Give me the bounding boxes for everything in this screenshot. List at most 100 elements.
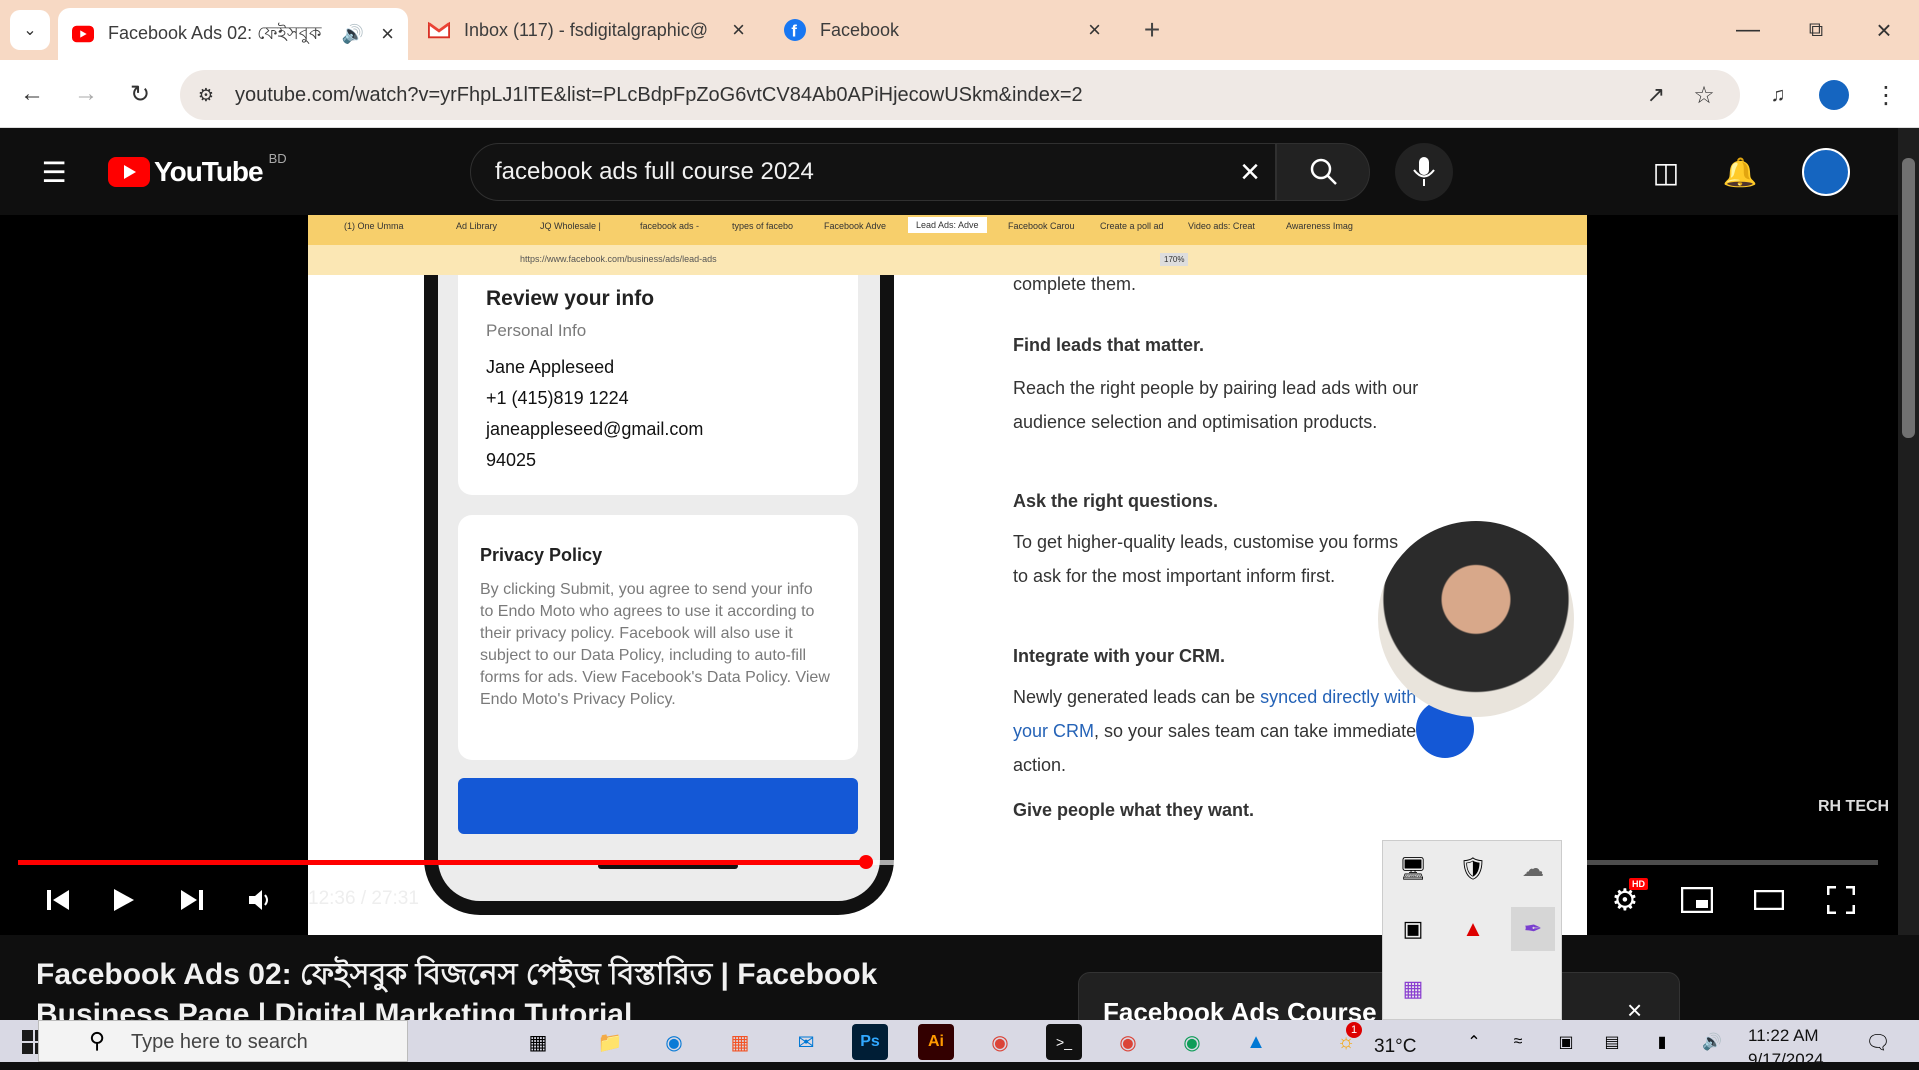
plus-icon: + — [1143, 14, 1161, 45]
display-icon[interactable]: ▤ — [1594, 1024, 1630, 1060]
wifi-icon[interactable]: ≈ — [1500, 1024, 1536, 1060]
close-icon[interactable]: × — [1088, 17, 1101, 43]
video-add-icon: ◫ — [1652, 156, 1680, 188]
chrome-icon[interactable]: ◉ — [982, 1024, 1018, 1060]
chrome-menu-button[interactable]: ⋮ — [1866, 75, 1906, 115]
taskbar-search[interactable]: ⚲ Type here to search — [38, 1020, 408, 1062]
account-avatar[interactable] — [1802, 148, 1850, 196]
close-icon[interactable]: × — [381, 21, 394, 47]
volume-icon[interactable]: 🔊 — [1694, 1024, 1730, 1060]
article-paragraph: Newly generated leads can be synced dire… — [1013, 680, 1433, 782]
back-button[interactable]: ← — [12, 74, 52, 114]
playlist-icon: ♫ — [1770, 83, 1786, 106]
privacy-card: Privacy Policy By clicking Submit, you a… — [458, 515, 858, 760]
file-explorer-icon[interactable]: 📁 — [592, 1024, 628, 1060]
close-icon: × — [1876, 14, 1892, 45]
card-subheading: Personal Info — [486, 321, 587, 340]
reload-button[interactable]: ↻ — [120, 74, 160, 114]
article-top-line: complete them. — [1013, 274, 1137, 294]
external-link-icon: ↗ — [1646, 82, 1666, 107]
fullscreen-button[interactable] — [1821, 880, 1861, 920]
chrome-profile-2-icon[interactable]: ◉ — [1174, 1024, 1210, 1060]
next-button[interactable] — [172, 880, 212, 920]
edge-icon[interactable]: ◉ — [656, 1024, 692, 1060]
notification-center-icon[interactable]: 🗨 — [1860, 1024, 1896, 1060]
tray-pen-icon[interactable]: ✒ — [1511, 907, 1555, 951]
settings-button[interactable]: ⚙ HD — [1605, 878, 1648, 920]
tune-icon: ⚙ — [197, 84, 215, 105]
tab-youtube[interactable]: Facebook Ads 02: ফেইসবুক 🔊 × — [58, 8, 408, 60]
info-phone: +1 (415)819 1224 — [486, 388, 629, 408]
close-window-button[interactable]: × — [1864, 10, 1904, 50]
menu-button[interactable]: ☰ — [34, 152, 74, 192]
notifications-button[interactable]: 🔔 — [1720, 152, 1760, 192]
tab-search-button[interactable]: ⌄ — [10, 10, 50, 50]
minimize-button[interactable]: — — [1728, 10, 1768, 50]
video-title: Facebook Ads 02: ফেইসবুক বিজনেস পেইজ বিস… — [36, 958, 878, 1020]
time-display: 12:36 / 27:31 — [308, 888, 419, 909]
tray-network-icon[interactable]: 🖥 — [1391, 847, 1435, 891]
article-heading: Give people what they want. — [1013, 800, 1255, 820]
restore-button[interactable]: ⧉ — [1796, 10, 1836, 50]
miniplayer-button[interactable] — [1677, 880, 1717, 920]
theater-mode-button[interactable] — [1749, 880, 1789, 920]
tab-facebook[interactable]: f Facebook × — [770, 8, 1115, 52]
search-input[interactable]: facebook ads full course 2024 — [495, 158, 814, 186]
youtube-icon — [108, 157, 150, 187]
battery-icon[interactable]: ▮ — [1644, 1024, 1680, 1060]
tray-security-icon[interactable]: 🛡 — [1451, 847, 1495, 891]
tab-title: Inbox (117) - fsdigitalgraphic@ — [464, 19, 709, 40]
video-frame: (1) One Umma Ad Library JQ Wholesale | f… — [308, 215, 1587, 935]
tray-cloud-icon[interactable]: ☁ — [1511, 847, 1555, 891]
previous-button[interactable] — [38, 880, 78, 920]
photoshop-icon[interactable]: Ps — [852, 1024, 888, 1060]
forward-button[interactable]: → — [66, 74, 106, 114]
inner-tab: (1) One Umma — [344, 221, 404, 231]
microphone-icon — [1413, 157, 1435, 186]
tab-gmail[interactable]: Inbox (117) - fsdigitalgraphic@ × — [414, 8, 759, 52]
scrollbar[interactable] — [1898, 128, 1919, 1020]
privacy-heading: Privacy Policy — [480, 545, 603, 565]
youtube-logo[interactable]: YouTube BD — [108, 151, 287, 188]
facebook-icon: f — [784, 19, 806, 41]
play-button[interactable] — [104, 880, 144, 920]
camera-icon[interactable]: ▣ — [1548, 1024, 1584, 1060]
store-icon[interactable]: ▦ — [722, 1024, 758, 1060]
speaker-icon[interactable]: 🔊 — [342, 24, 364, 45]
terminal-icon[interactable]: >_ — [1046, 1024, 1082, 1060]
search-button[interactable] — [1276, 143, 1370, 201]
mail-icon[interactable]: ✉ — [788, 1024, 824, 1060]
new-tab-button[interactable]: + — [1132, 10, 1172, 50]
chevron-up-icon[interactable]: ⌃ — [1456, 1024, 1492, 1060]
open-in-app-button[interactable]: ↗ — [1636, 75, 1676, 115]
close-icon[interactable]: × — [732, 17, 745, 43]
illustrator-icon[interactable]: Ai — [918, 1024, 954, 1060]
bookmark-button[interactable]: ☆ — [1684, 75, 1724, 115]
clock-time[interactable]: 11:22 AM — [1748, 1026, 1819, 1046]
tab-title: Facebook — [820, 19, 900, 40]
tray-app-icon[interactable]: ▣ — [1391, 907, 1435, 951]
arrow-right-icon: → — [74, 80, 98, 107]
inner-tab: Facebook Carou — [1008, 221, 1075, 231]
clear-search-button[interactable]: × — [1230, 152, 1270, 192]
theater-icon — [1754, 890, 1784, 910]
profile-button[interactable] — [1814, 75, 1854, 115]
tray-onenote-icon[interactable]: ▦ — [1391, 967, 1435, 1011]
clock-date[interactable]: 9/17/2024 — [1748, 1050, 1824, 1070]
create-button[interactable]: ◫ — [1646, 152, 1686, 192]
url-text[interactable]: youtube.com/watch?v=yrFhpLJ1lTE&list=PLc… — [235, 84, 1083, 107]
close-icon: × — [1240, 152, 1260, 191]
media-controls-button[interactable]: ♫ — [1758, 75, 1798, 115]
info-email: janeappleseed@gmail.com — [486, 419, 704, 439]
search-icon: ⚲ — [89, 1028, 106, 1053]
voice-search-button[interactable] — [1395, 143, 1453, 201]
photos-icon[interactable]: ▲ — [1238, 1024, 1274, 1060]
site-info-button[interactable]: ⚙ — [186, 75, 226, 115]
tray-adobe-icon[interactable]: ▲ — [1451, 907, 1495, 951]
inner-browser-tabs: (1) One Umma Ad Library JQ Wholesale | f… — [308, 215, 1587, 245]
mute-button[interactable] — [240, 880, 280, 920]
inner-address-bar: https://www.facebook.com/business/ads/le… — [308, 245, 1587, 275]
task-view-icon[interactable]: ▦ — [520, 1024, 556, 1060]
chrome-profile-icon[interactable]: ◉ — [1110, 1024, 1146, 1060]
scrollbar-thumb[interactable] — [1902, 158, 1915, 438]
